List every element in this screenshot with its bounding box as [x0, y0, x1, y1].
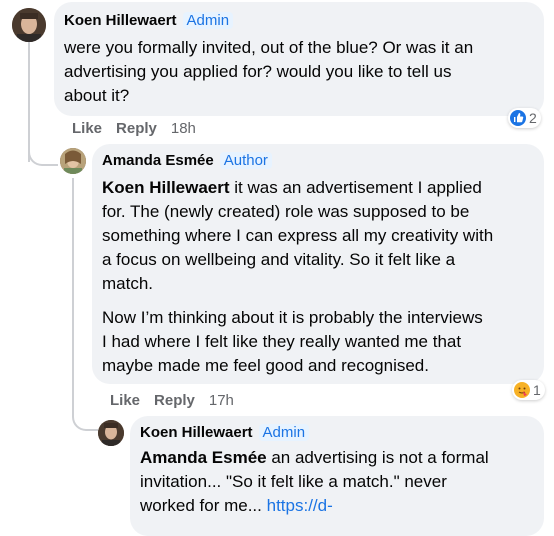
thread-connector-reply-1	[28, 140, 58, 166]
reaction-count[interactable]: 2	[508, 108, 541, 128]
admin-badge: Admin	[258, 424, 310, 441]
reply-button[interactable]: Reply	[116, 120, 157, 137]
thread-line-reply	[72, 178, 74, 408]
mention-link[interactable]: Amanda Esmée	[140, 448, 267, 467]
comment-text: Koen Hillewaert it was an advertisement …	[102, 178, 494, 375]
comment-author[interactable]: Koen Hillewaert	[140, 424, 253, 441]
comment-actions: Like Reply 18h	[72, 120, 210, 137]
care-icon	[514, 382, 530, 398]
like-button[interactable]: Like	[110, 392, 140, 409]
admin-badge: Admin	[182, 12, 234, 29]
comment-actions: Like Reply 17h	[110, 392, 248, 409]
reply-button[interactable]: Reply	[154, 392, 195, 409]
timestamp[interactable]: 18h	[171, 120, 196, 137]
comment-bubble: Amanda Esmée Author Koen Hillewaert it wa…	[92, 144, 544, 384]
mention-link[interactable]: Koen Hillewaert	[102, 178, 230, 197]
avatar[interactable]	[60, 148, 86, 174]
like-icon	[510, 110, 526, 126]
timestamp[interactable]: 17h	[209, 392, 234, 409]
comment-bubble: Koen Hillewaert Admin Amanda Esmée an adv…	[130, 416, 544, 536]
like-button[interactable]: Like	[72, 120, 102, 137]
url-link[interactable]: https://d-	[267, 496, 333, 515]
comment-author[interactable]: Koen Hillewaert	[64, 12, 177, 29]
thread-connector-reply-2	[72, 405, 98, 431]
comment-text: Amanda Esmée an advertising is not a for…	[140, 448, 489, 515]
reaction-count[interactable]: 1	[512, 380, 545, 400]
comment-author[interactable]: Amanda Esmée	[102, 152, 214, 169]
comment-bubble: Koen Hillewaert Admin were you formally i…	[54, 2, 544, 116]
avatar[interactable]	[98, 420, 124, 446]
author-badge: Author	[219, 152, 272, 169]
avatar[interactable]	[12, 8, 46, 42]
comment-text: were you formally invited, out of the bl…	[64, 38, 474, 105]
